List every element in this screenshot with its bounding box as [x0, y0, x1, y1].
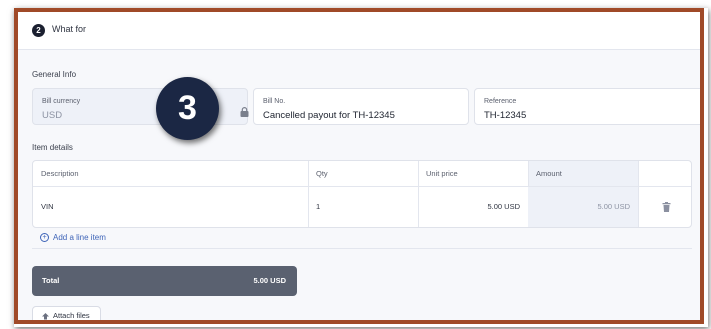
row-actions	[638, 187, 691, 227]
section-header: 2 What for	[18, 12, 700, 50]
bill-currency-label: Bill currency	[42, 98, 81, 105]
item-table: Description Qty Unit price Amount VIN 1 …	[32, 160, 692, 228]
bill-no-value[interactable]: Cancelled payout for TH-12345	[263, 110, 395, 121]
add-line-item-label: Add a line item	[53, 233, 106, 242]
column-header-amount: Amount	[528, 161, 638, 187]
row-qty[interactable]: 1	[308, 187, 418, 227]
total-value: 5.00 USD	[253, 276, 286, 285]
lock-icon	[240, 107, 249, 117]
trash-icon[interactable]	[662, 202, 671, 212]
bill-no-label: Bill No.	[263, 98, 286, 105]
item-details-heading: Item details	[32, 143, 73, 152]
step-marker: 3	[156, 77, 219, 140]
upload-icon	[42, 313, 49, 320]
highlight-frame: 2 What for General Info Bill currency US…	[14, 8, 704, 324]
attach-files-button[interactable]: Attach files	[32, 306, 101, 320]
page: 2 What for General Info Bill currency US…	[0, 0, 711, 329]
bill-no-field[interactable]: Bill No. Cancelled payout for TH-12345	[253, 88, 469, 125]
general-info-heading: General Info	[32, 70, 77, 79]
row-unit-price[interactable]: 5.00 USD	[418, 187, 528, 227]
total-label: Total	[42, 276, 60, 285]
column-header-description: Description	[33, 161, 308, 187]
attach-files-label: Attach files	[53, 311, 90, 320]
divider	[32, 248, 692, 249]
column-header-unit-price: Unit price	[418, 161, 528, 187]
step-number-badge: 2	[32, 24, 45, 37]
total-bar: Total 5.00 USD	[32, 266, 297, 296]
column-header-actions	[638, 161, 691, 187]
add-line-item-button[interactable]: + Add a line item	[40, 233, 106, 243]
section-title: What for	[52, 24, 87, 34]
reference-field[interactable]: Reference TH-12345	[474, 88, 700, 125]
reference-label: Reference	[484, 98, 517, 105]
column-header-qty: Qty	[308, 161, 418, 187]
plus-circle-icon: +	[40, 233, 49, 243]
row-amount: 5.00 USD	[528, 187, 638, 227]
reference-value[interactable]: TH-12345	[484, 110, 526, 121]
row-description[interactable]: VIN	[33, 187, 308, 227]
bill-currency-value: USD	[42, 110, 63, 121]
